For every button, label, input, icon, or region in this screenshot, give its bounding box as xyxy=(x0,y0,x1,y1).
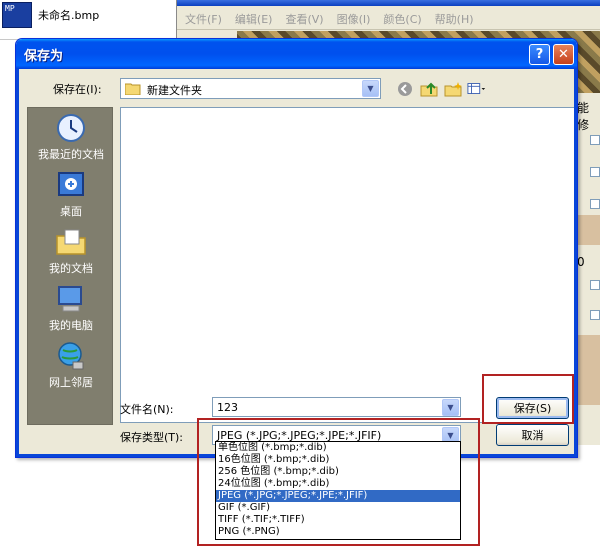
bmp-file-name: 未命名.bmp xyxy=(38,9,100,22)
place-desktop[interactable]: 桌面 xyxy=(28,165,114,222)
right-panel-checkbox[interactable] xyxy=(590,310,600,320)
close-icon: ✕ xyxy=(558,47,569,62)
place-my-computer[interactable]: 我的电脑 xyxy=(28,279,114,336)
highlight-box-save xyxy=(482,374,574,424)
chevron-down-icon[interactable]: ▼ xyxy=(442,399,459,416)
paint-titlebar xyxy=(177,0,600,6)
background-right-panel: 能修 0 xyxy=(576,95,600,445)
dialog-toolbar xyxy=(395,79,487,99)
help-button[interactable]: ? xyxy=(529,44,550,65)
place-my-documents[interactable]: 我的文档 xyxy=(28,222,114,279)
right-panel-value: 0 xyxy=(577,255,585,269)
highlight-box-filetype xyxy=(197,418,480,546)
paint-menu-view[interactable]: 查看(V) xyxy=(285,11,323,27)
paint-menu-edit[interactable]: 编辑(E) xyxy=(235,11,273,27)
filename-label: 文件名(N): xyxy=(120,403,174,416)
places-bar: 我最近的文档 桌面 我的文档 我的电脑 网上邻居 xyxy=(27,107,113,425)
right-panel-picture xyxy=(576,215,600,245)
recent-documents-icon xyxy=(55,112,87,144)
folder-icon xyxy=(124,82,141,98)
right-panel-checkbox[interactable] xyxy=(590,199,600,209)
bmp-file-icon: MP xyxy=(2,2,32,28)
close-button[interactable]: ✕ xyxy=(553,44,574,65)
filename-combo[interactable]: 123 ▼ xyxy=(212,397,461,417)
cancel-button[interactable]: 取消 xyxy=(496,424,569,446)
filename-value: 123 xyxy=(217,401,238,414)
right-panel-checkbox[interactable] xyxy=(590,167,600,177)
save-in-combo[interactable]: 新建文件夹 ▼ xyxy=(120,78,381,99)
my-documents-icon xyxy=(55,226,87,258)
place-label: 网上邻居 xyxy=(49,376,93,389)
chevron-down-icon[interactable]: ▼ xyxy=(362,80,379,97)
my-computer-icon xyxy=(55,283,87,315)
new-folder-icon[interactable] xyxy=(443,79,463,99)
up-folder-icon[interactable] xyxy=(419,79,439,99)
background-explorer-window: MP 未命名.bmp xyxy=(0,0,180,40)
dialog-title: 保存为 xyxy=(24,49,64,64)
place-label: 桌面 xyxy=(60,205,82,218)
view-menu-icon[interactable] xyxy=(467,79,487,99)
right-panel-checkbox[interactable] xyxy=(590,135,600,145)
bmp-file-item[interactable]: MP 未命名.bmp xyxy=(2,2,99,28)
place-recent-documents[interactable]: 我最近的文档 xyxy=(28,108,114,165)
save-in-label: 保存在(I): xyxy=(53,83,102,96)
place-label: 我的电脑 xyxy=(49,319,93,332)
dialog-titlebar[interactable]: 保存为 ? ✕ xyxy=(16,39,577,69)
place-label: 我最近的文档 xyxy=(38,148,104,161)
paint-menu-help[interactable]: 帮助(H) xyxy=(435,11,474,27)
place-network[interactable]: 网上邻居 xyxy=(28,336,114,393)
paint-menu-image[interactable]: 图像(I) xyxy=(337,11,371,27)
right-panel-picture xyxy=(576,335,600,405)
paint-menu-file[interactable]: 文件(F) xyxy=(185,11,222,27)
filetype-label: 保存类型(T): xyxy=(120,431,184,444)
paint-menu-colors[interactable]: 颜色(C) xyxy=(383,11,421,27)
place-label: 我的文档 xyxy=(49,262,93,275)
right-panel-checkbox[interactable] xyxy=(590,280,600,290)
save-in-value: 新建文件夹 xyxy=(147,84,202,97)
network-places-icon xyxy=(55,340,87,372)
paint-menubar: 文件(F) 编辑(E) 查看(V) 图像(I) 颜色(C) 帮助(H) xyxy=(177,8,600,30)
desktop-icon xyxy=(55,169,87,201)
right-panel-text: 能修 xyxy=(577,101,590,132)
back-icon[interactable] xyxy=(395,79,415,99)
